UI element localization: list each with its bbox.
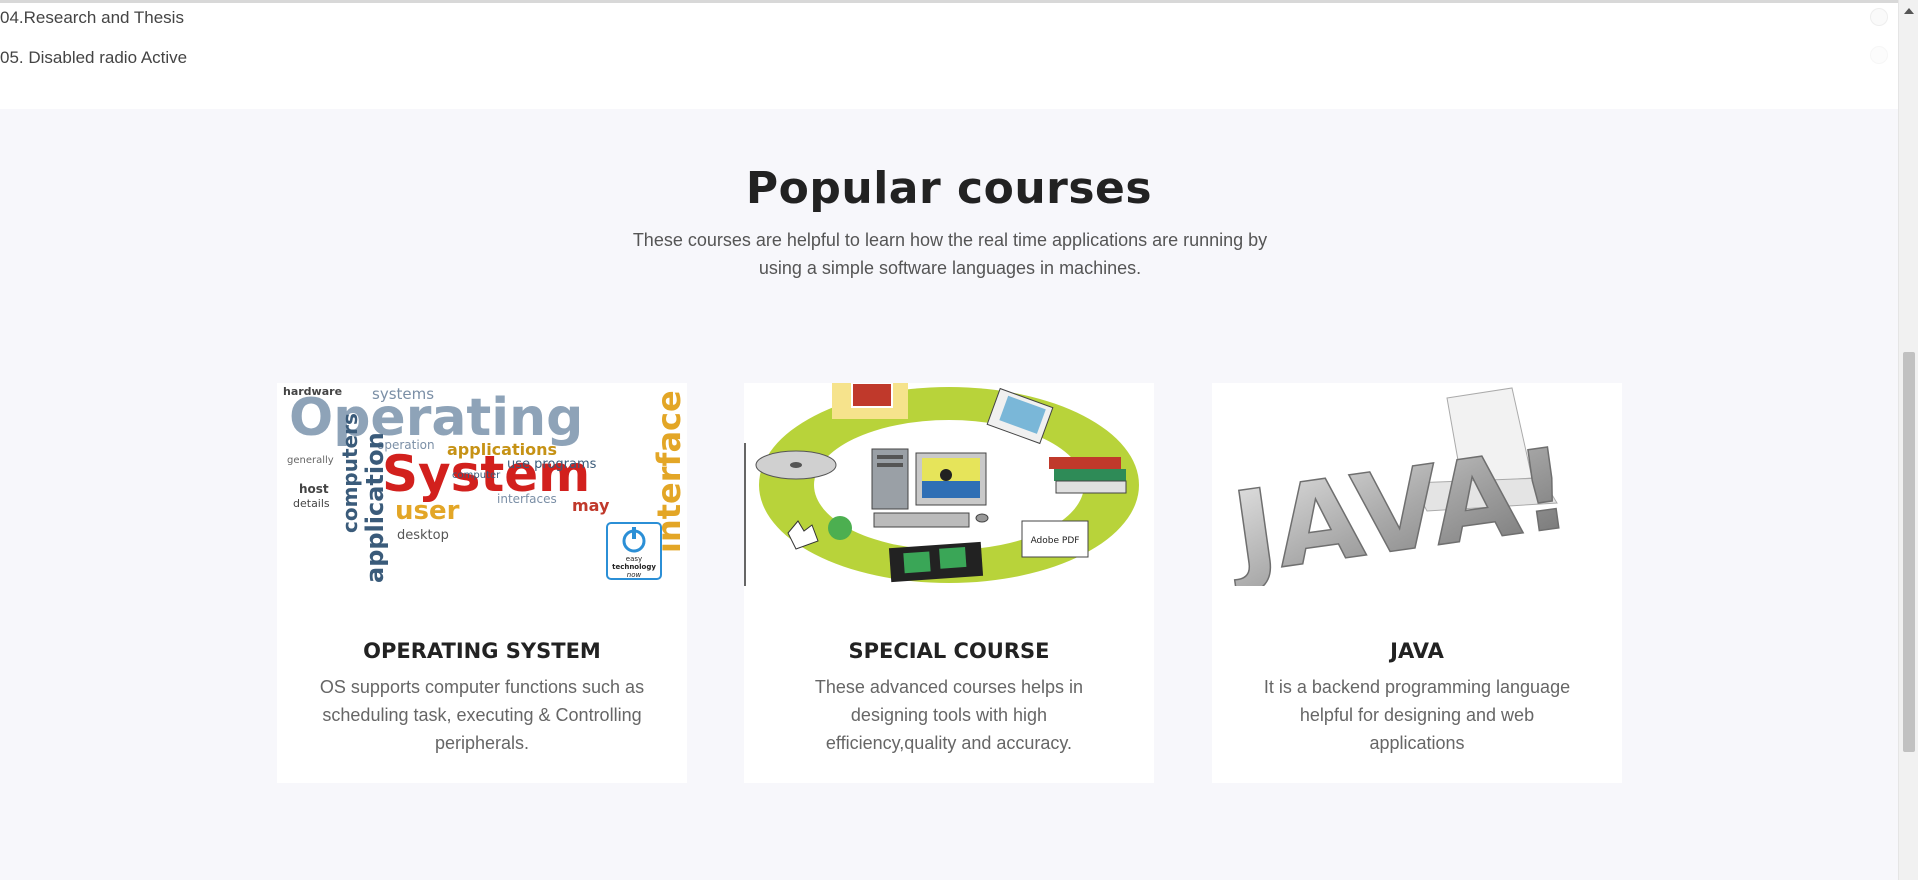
course-card-operating-system[interactable]: hardware systems Operating operation app… (277, 383, 687, 783)
scrollbar-thumb[interactable] (1903, 352, 1915, 752)
course-title: JAVA (1390, 639, 1444, 663)
svg-text:computers: computers (338, 413, 362, 533)
svg-text:computer: computer (452, 470, 501, 481)
svg-text:details: details (293, 497, 330, 510)
svg-text:interfaces: interfaces (497, 492, 557, 506)
film-icon (888, 541, 984, 583)
radio-button[interactable] (1870, 8, 1888, 26)
operating-system-image: hardware systems Operating operation app… (277, 383, 687, 586)
svg-text:may: may (572, 496, 610, 515)
radio-button-disabled (1870, 46, 1888, 64)
svg-text:technology: technology (612, 563, 656, 571)
radio-list: 04.Research and Thesis 05. Disabled radi… (0, 3, 1898, 109)
section-subtitle: These courses are helpful to learn how t… (632, 230, 1268, 278)
svg-text:generally: generally (287, 455, 334, 466)
svg-text:now: now (627, 571, 642, 579)
section-title: Popular courses (745, 163, 1153, 214)
course-title: SPECIAL COURSE (848, 639, 1050, 663)
presentation-icon (832, 383, 908, 419)
svg-text:Adobe PDF: Adobe PDF (1031, 536, 1080, 546)
svg-text:host: host (299, 482, 329, 496)
course-description: OS supports computer functions such as s… (319, 677, 645, 753)
course-description: It is a backend programming language hel… (1263, 677, 1571, 753)
svg-text:user: user (395, 496, 460, 526)
list-item-research-thesis[interactable]: 04.Research and Thesis (0, 8, 184, 28)
course-card-special-course[interactable]: Adobe PDF SPECIAL COURSE These advanced … (744, 383, 1154, 783)
svg-text:desktop: desktop (397, 528, 449, 543)
svg-text:easy: easy (626, 555, 642, 563)
books-icon (1049, 457, 1127, 494)
course-card-java[interactable]: JAVA! JAVA It is a backend programming l… (1212, 383, 1622, 783)
vertical-scrollbar[interactable] (1898, 0, 1918, 880)
special-course-image: Adobe PDF (744, 383, 1154, 586)
svg-text:use programs: use programs (507, 457, 597, 472)
svg-text:application: application (361, 432, 389, 583)
java-image: JAVA! (1212, 383, 1622, 586)
list-item-disabled-radio: 05. Disabled radio Active (0, 48, 188, 67)
easy-technology-badge: easy technology now (606, 522, 662, 580)
pdf-icon: Adobe PDF (1021, 520, 1089, 558)
course-description: These advanced courses helps in designin… (814, 677, 1084, 753)
svg-text:Operating: Operating (289, 388, 583, 448)
cd-icon (755, 450, 837, 480)
course-title: OPERATING SYSTEM (363, 639, 601, 663)
scroll-up-arrow-icon[interactable] (1904, 8, 1914, 14)
